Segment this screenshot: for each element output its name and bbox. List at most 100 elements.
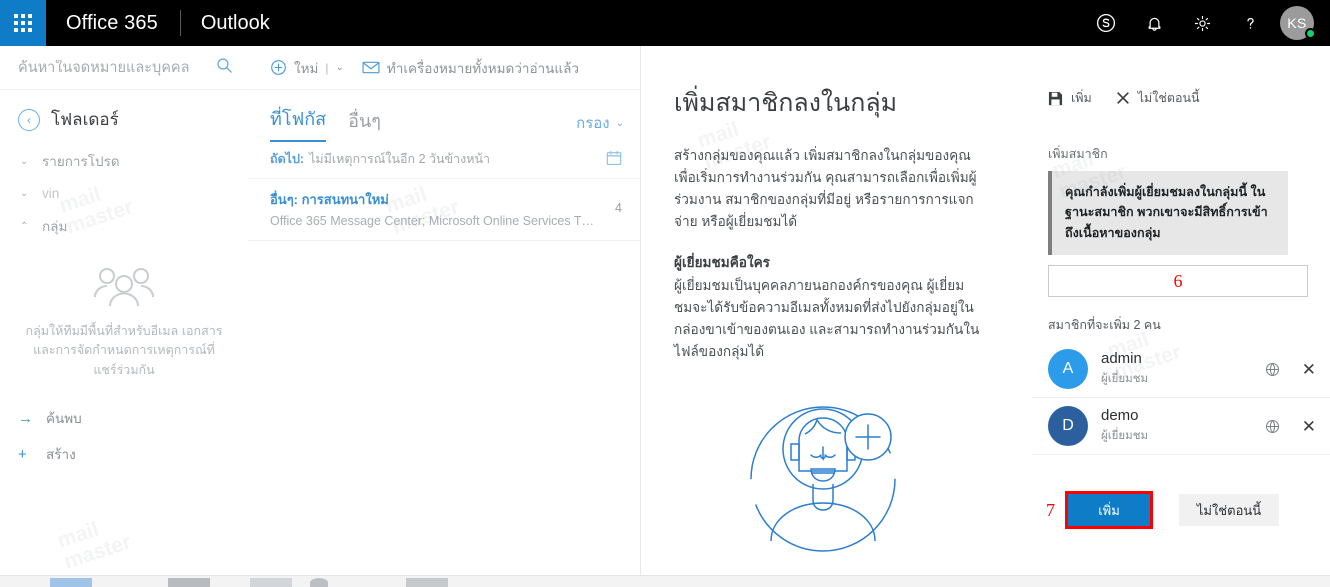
intro-paragraph: สร้างกลุ่มของคุณแล้ว เพิ่มสมาชิกลงในกลุ่… bbox=[674, 148, 977, 230]
mark-all-read-label: ทำเครื่องหมายทั้งหมดว่าอ่านแล้ว bbox=[386, 60, 579, 76]
calendar-icon[interactable] bbox=[606, 150, 622, 169]
member-text: admin ผู้เยี่ยมชม bbox=[1101, 350, 1265, 388]
search-input[interactable] bbox=[18, 59, 215, 76]
groups-empty-state: กลุ่มให้ทีมมีพื้นที่สำหรับอีเมล เอกสาร แ… bbox=[0, 244, 248, 384]
taskbar-item[interactable] bbox=[168, 578, 210, 587]
chevron-down-icon: ⌄ bbox=[20, 188, 29, 199]
app-launcher-button[interactable] bbox=[0, 0, 46, 46]
discard-label: ไม่ใช่ตอนนี้ bbox=[1137, 91, 1200, 105]
folders-title: โฟลเดอร์ bbox=[51, 110, 119, 129]
chevron-down-icon[interactable]: ⌄ bbox=[336, 62, 344, 73]
annotation-number-7: 7 bbox=[1046, 499, 1055, 520]
user-avatar[interactable]: KS bbox=[1274, 0, 1320, 46]
next-event-value: ไม่มีเหตุการณ์ในอีก 2 วันข้างหน้า bbox=[309, 152, 491, 166]
outlook-window: Office 365 Outlook KS ค้นหาในจดหมายและบุ… bbox=[0, 0, 1330, 587]
discard-button[interactable]: ไม่ใช่ตอนนี้ bbox=[1116, 88, 1200, 108]
brand-divider bbox=[179, 10, 181, 36]
message-list-toolbar: ใหม่ | ⌄ ทำเครื่องหมายทั้งหมดว่าอ่านแล้ว bbox=[248, 46, 640, 90]
globe-icon bbox=[1265, 419, 1280, 434]
sidebar-item-label: รายการโปรด bbox=[42, 154, 120, 169]
remove-x-icon[interactable]: ✕ bbox=[1302, 361, 1316, 378]
notifications-bell-icon[interactable] bbox=[1130, 0, 1178, 46]
sidebar-item-label: vin bbox=[42, 186, 60, 201]
app-name-outlook[interactable]: Outlook bbox=[201, 12, 270, 35]
toolbar-separator: | bbox=[325, 60, 329, 75]
taskbar-item[interactable] bbox=[50, 578, 92, 587]
avatar: A bbox=[1048, 349, 1088, 390]
sidebar-item-vin[interactable]: ⌄ vin bbox=[0, 179, 248, 208]
skype-icon[interactable] bbox=[1082, 0, 1130, 46]
member-role: ผู้เยี่ยมชม bbox=[1101, 430, 1149, 443]
left-navigation-column: ‹ โฟลเดอร์ ⌄ รายการโปรด ⌄ vin ⌃ กลุ่ม กล… bbox=[0, 46, 248, 587]
mark-all-read-button[interactable]: ทำเครื่องหมายทั้งหมดว่าอ่านแล้ว bbox=[362, 57, 579, 79]
globe-icon bbox=[1265, 362, 1280, 377]
add-person-illustration bbox=[674, 389, 982, 559]
message-subject: อื่นๆ: การสนทนาใหม่ bbox=[270, 192, 389, 207]
remove-x-icon[interactable]: ✕ bbox=[1302, 418, 1316, 435]
guest-warning-tooltip: คุณกำลังเพิ่มผู้เยี่ยมชมลงในกลุ่มนี้ ในฐ… bbox=[1048, 171, 1288, 256]
office365-brand[interactable]: Office 365 bbox=[46, 12, 158, 35]
not-now-button[interactable]: ไม่ใช่ตอนนี้ bbox=[1179, 494, 1279, 527]
search-icon[interactable] bbox=[215, 56, 234, 80]
envelope-icon bbox=[362, 60, 380, 75]
member-role: ผู้เยี่ยมชม bbox=[1101, 373, 1149, 386]
sidebar-item-label: กลุ่ม bbox=[42, 219, 68, 234]
member-name: demo bbox=[1101, 407, 1139, 425]
primary-button-highlight: เพิ่ม bbox=[1065, 491, 1153, 530]
taskbar-item[interactable] bbox=[250, 578, 292, 587]
folders-header: ‹ โฟลเดอร์ bbox=[0, 90, 248, 143]
sidebar-item-discover[interactable]: → ค้นพบ bbox=[0, 400, 248, 436]
sidebar-item-groups[interactable]: ⌃ กลุ่ม bbox=[0, 208, 248, 244]
message-tabs: ที่โฟกัส อื่นๆ กรอง ⌄ bbox=[248, 90, 640, 142]
message-senders: Office 365 Message Center; Microsoft Onl… bbox=[270, 214, 594, 228]
tab-focused[interactable]: ที่โฟกัส bbox=[270, 104, 327, 142]
add-members-label: เพิ่มสมาชิก bbox=[1048, 147, 1108, 161]
sidebar-item-create[interactable]: + สร้าง bbox=[0, 436, 248, 472]
add-button[interactable]: เพิ่ม bbox=[1068, 494, 1150, 527]
sidebar-item-favorites[interactable]: ⌄ รายการโปรด bbox=[0, 143, 248, 179]
list-item[interactable]: A admin ผู้เยี่ยมชม ✕ bbox=[1032, 341, 1330, 399]
search-bar[interactable] bbox=[0, 46, 248, 90]
page-title: เพิ่มสมาชิกลงในกลุ่ม bbox=[674, 89, 898, 117]
sidebar-item-label: สร้าง bbox=[46, 447, 76, 463]
close-x-icon bbox=[1116, 91, 1130, 105]
save-add-button[interactable]: เพิ่ม bbox=[1048, 88, 1092, 108]
chevron-up-icon: ⌃ bbox=[20, 220, 29, 232]
list-item[interactable]: D demo ผู้เยี่ยมชม ✕ bbox=[1032, 398, 1330, 456]
message-body: อื่นๆ: การสนทนาใหม่ Office 365 Message C… bbox=[270, 189, 605, 228]
guests-heading: ผู้เยี่ยมชมคือใคร bbox=[674, 255, 770, 271]
taskbar-item[interactable] bbox=[406, 578, 448, 587]
next-event-key: ถัดไป: bbox=[270, 152, 305, 166]
groups-empty-text: กลุ่มให้ทีมมีพื้นที่สำหรับอีเมล เอกสาร แ… bbox=[25, 324, 223, 377]
panel-action-buttons: 7 เพิ่ม ไม่ใช่ตอนนี้ bbox=[1032, 455, 1330, 530]
message-count-badge: 4 bbox=[615, 201, 622, 215]
reading-pane: เพิ่มสมาชิกลงในกลุ่ม สร้างกลุ่มของคุณแล้… bbox=[641, 46, 1018, 587]
arrow-right-icon: → bbox=[18, 409, 33, 427]
annotation-number-6: 6 bbox=[1173, 270, 1183, 291]
windows-taskbar bbox=[0, 575, 1330, 587]
add-members-panel: เพิ่ม ไม่ใช่ตอนนี้ เพิ่มสมาชิก คุณกำลังเ… bbox=[1018, 46, 1330, 587]
save-disk-icon bbox=[1048, 91, 1063, 106]
back-arrow-icon[interactable]: ‹ bbox=[18, 108, 40, 131]
taskbar-item[interactable] bbox=[310, 578, 328, 587]
sidebar-item-label: ค้นพบ bbox=[46, 411, 82, 427]
tab-other[interactable]: อื่นๆ bbox=[348, 106, 381, 142]
help-question-icon[interactable] bbox=[1226, 0, 1274, 46]
filter-button[interactable]: กรอง ⌄ bbox=[576, 111, 624, 142]
presence-indicator bbox=[1305, 28, 1316, 39]
guests-paragraph: ผู้เยี่ยมชมเป็นบุคคลภายนอกองค์กรของคุณ ผ… bbox=[674, 278, 980, 360]
save-add-label: เพิ่ม bbox=[1071, 91, 1092, 105]
new-message-button[interactable]: ใหม่ | ⌄ bbox=[270, 57, 344, 79]
add-members-input[interactable]: 6 bbox=[1048, 265, 1308, 298]
people-group-icon bbox=[22, 264, 226, 308]
plus-circle-icon bbox=[270, 59, 287, 76]
next-event-row: ถัดไป: ไม่มีเหตุการณ์ในอีก 2 วันข้างหน้า bbox=[248, 142, 640, 179]
list-item[interactable]: อื่นๆ: การสนทนาใหม่ Office 365 Message C… bbox=[248, 179, 640, 241]
member-name: admin bbox=[1101, 350, 1142, 368]
settings-gear-icon[interactable] bbox=[1178, 0, 1226, 46]
guest-warning-text: คุณกำลังเพิ่มผู้เยี่ยมชมลงในกลุ่มนี้ ในฐ… bbox=[1065, 185, 1268, 240]
members-to-add-label: สมาชิกที่จะเพิ่ม 2 คน bbox=[1048, 318, 1161, 333]
waffle-icon bbox=[13, 13, 33, 33]
panel-toolbar: เพิ่ม ไม่ใช่ตอนนี้ bbox=[1032, 46, 1330, 108]
avatar: D bbox=[1048, 406, 1088, 447]
